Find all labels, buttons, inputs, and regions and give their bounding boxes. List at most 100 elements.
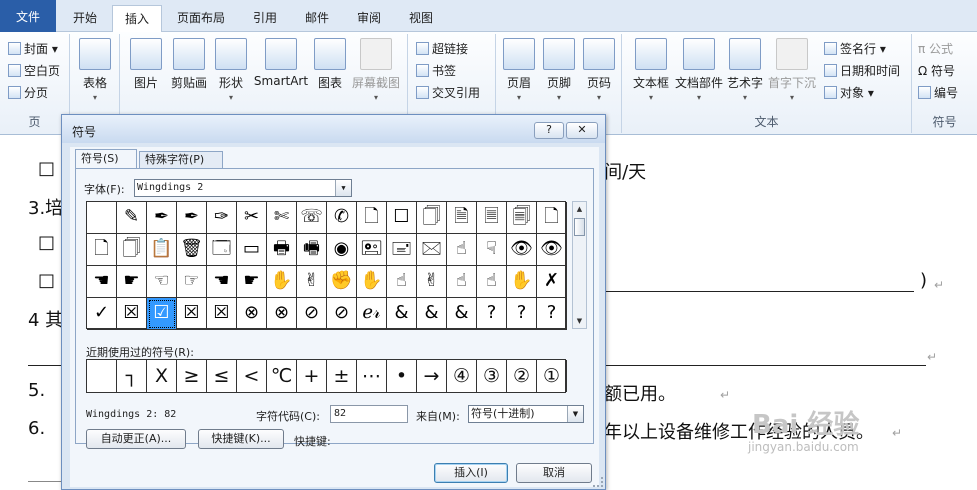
symbol-cell[interactable]: ☝: [477, 266, 507, 298]
symbol-cell[interactable]: ✗: [537, 266, 567, 298]
recent-symbol-cell[interactable]: ①: [537, 360, 567, 392]
footer-button[interactable]: 页脚 ▾: [540, 38, 578, 102]
header-button[interactable]: 页眉 ▾: [500, 38, 538, 102]
page-break-button[interactable]: 分页: [8, 84, 48, 101]
symbol-cell[interactable]: ⊘: [297, 298, 327, 330]
screenshot-button[interactable]: 屏幕截图 ▾: [348, 38, 404, 102]
recent-symbol-cell[interactable]: <: [237, 360, 267, 392]
symbol-grid[interactable]: ✎ ✒ ✒ ✑ ✂ ✄ ☏ ✆ 🗋 ☐ 🗍 🗎 🗏 🗐 🗋 🗋 🗍 📋 🗑 🗔 ▭ 🖶 🖷 ◉ 🖭 🖃 🖂 ☝ ☟ 👁 👁 ☚ ☛ ☜ ☞ ☚ ☛ ✋ ✌ ✊…: [86, 201, 567, 330]
tab-file[interactable]: 文件: [0, 0, 56, 32]
symbol-cell[interactable]: ☒: [177, 298, 207, 330]
symbol-button[interactable]: Ω 符号: [918, 62, 955, 79]
symbol-cell[interactable]: ?: [477, 298, 507, 330]
symbol-cell[interactable]: 🗋: [357, 202, 387, 234]
symbol-cell[interactable]: ☞: [177, 266, 207, 298]
tab-page-layout[interactable]: 页面布局: [164, 5, 238, 32]
chart-button[interactable]: 图表: [312, 38, 348, 91]
equation-button[interactable]: π 公式: [918, 40, 953, 57]
help-button[interactable]: ?: [534, 122, 564, 139]
symbol-cell[interactable]: ✋: [267, 266, 297, 298]
tab-special-characters[interactable]: 特殊字符(P): [139, 151, 223, 168]
symbol-cell[interactable]: 🗑: [177, 234, 207, 266]
tab-view[interactable]: 视图: [396, 5, 446, 32]
recent-symbol-cell[interactable]: ③: [477, 360, 507, 392]
symbol-cell[interactable]: ✒: [147, 202, 177, 234]
symbol-cell[interactable]: ☐: [387, 202, 417, 234]
close-button[interactable]: ✕: [566, 122, 598, 139]
smartart-button[interactable]: SmartArt: [250, 38, 312, 88]
font-select[interactable]: Wingdings 2 ▼: [134, 179, 352, 197]
symbol-cell[interactable]: ✆: [327, 202, 357, 234]
symbol-cell[interactable]: ☒: [207, 298, 237, 330]
symbol-cell[interactable]: ▭: [237, 234, 267, 266]
scroll-down-icon[interactable]: ▼: [573, 314, 586, 328]
symbol-cell[interactable]: ✄: [267, 202, 297, 234]
symbol-cell[interactable]: &: [417, 298, 447, 330]
numbering-button[interactable]: 编号: [918, 84, 958, 101]
recent-symbol-cell[interactable]: ⋯: [357, 360, 387, 392]
symbol-cell[interactable]: 🖃: [387, 234, 417, 266]
symbol-cell[interactable]: 🗐: [507, 202, 537, 234]
symbol-cell[interactable]: 👁: [537, 234, 567, 266]
symbol-cell[interactable]: ✌: [417, 266, 447, 298]
recent-symbol-cell[interactable]: X: [147, 360, 177, 392]
symbol-cell[interactable]: 🗋: [537, 202, 567, 234]
symbol-cell[interactable]: ?: [537, 298, 567, 330]
recent-symbol-cell[interactable]: →: [417, 360, 447, 392]
tab-review[interactable]: 审阅: [344, 5, 394, 32]
recent-symbol-cell[interactable]: ≤: [207, 360, 237, 392]
text-box-button[interactable]: 文本框 ▾: [628, 38, 674, 102]
symbol-cell[interactable]: ✌: [297, 266, 327, 298]
symbol-cell[interactable]: ☏: [297, 202, 327, 234]
symbol-cell[interactable]: ✓: [87, 298, 117, 330]
symbol-cell[interactable]: ☜: [147, 266, 177, 298]
signature-line-button[interactable]: 签名行 ▾: [824, 40, 886, 57]
symbol-cell[interactable]: ◉: [327, 234, 357, 266]
symbol-cell[interactable]: ☛: [237, 266, 267, 298]
symbol-cell[interactable]: ⊗: [267, 298, 297, 330]
symbol-cell[interactable]: ☛: [117, 266, 147, 298]
symbol-cell[interactable]: 🖂: [417, 234, 447, 266]
recent-symbol-cell[interactable]: ℃: [267, 360, 297, 392]
symbol-cell[interactable]: 🗔: [207, 234, 237, 266]
tab-home[interactable]: 开始: [60, 5, 110, 32]
tab-mailings[interactable]: 邮件: [292, 5, 342, 32]
recent-symbol-cell[interactable]: ≥: [177, 360, 207, 392]
symbol-cell[interactable]: &: [387, 298, 417, 330]
object-button[interactable]: 对象 ▾: [824, 84, 874, 101]
autocorrect-button[interactable]: 自动更正(A)...: [86, 429, 186, 449]
symbol-cell[interactable]: ☒: [117, 298, 147, 330]
symbol-cell[interactable]: 🖭: [357, 234, 387, 266]
dialog-title-bar[interactable]: 符号 ? ✕: [62, 115, 605, 143]
symbol-cell[interactable]: 🗎: [447, 202, 477, 234]
cross-reference-button[interactable]: 交叉引用: [416, 84, 480, 101]
symbol-cell[interactable]: ⊗: [237, 298, 267, 330]
symbol-cell[interactable]: ☝: [447, 266, 477, 298]
date-time-button[interactable]: 日期和时间: [824, 62, 900, 79]
chevron-down-icon[interactable]: ▼: [567, 406, 583, 422]
blank-page-button[interactable]: 空白页: [8, 62, 60, 79]
shortcut-key-button[interactable]: 快捷键(K)...: [198, 429, 284, 449]
insert-button[interactable]: 插入(I): [434, 463, 508, 483]
symbol-grid-scrollbar[interactable]: ▲ ▼: [572, 201, 587, 329]
page-number-button[interactable]: 页码 ▾: [580, 38, 618, 102]
recent-symbol-cell[interactable]: ┐: [117, 360, 147, 392]
hyperlink-button[interactable]: 超链接: [416, 40, 468, 57]
symbol-cell[interactable]: ☚: [207, 266, 237, 298]
recent-symbol-cell[interactable]: ±: [327, 360, 357, 392]
wordart-button[interactable]: 艺术字 ▾: [726, 38, 764, 102]
symbol-cell[interactable]: ☟: [477, 234, 507, 266]
recent-symbol-cell[interactable]: ④: [447, 360, 477, 392]
tab-symbols[interactable]: 符号(S): [75, 149, 137, 168]
symbol-cell[interactable]: [87, 202, 117, 234]
character-code-input[interactable]: 82: [330, 405, 408, 423]
tab-references[interactable]: 引用: [240, 5, 290, 32]
symbol-cell[interactable]: 🗋: [87, 234, 117, 266]
symbol-cell[interactable]: ✎: [117, 202, 147, 234]
table-button[interactable]: 表格 ▾: [76, 38, 114, 102]
cover-page-button[interactable]: 封面 ▾: [8, 40, 58, 57]
chevron-down-icon[interactable]: ▼: [335, 180, 351, 196]
tab-insert[interactable]: 插入: [112, 5, 162, 33]
symbol-cell[interactable]: &: [447, 298, 477, 330]
recent-symbol-cell[interactable]: [87, 360, 117, 392]
